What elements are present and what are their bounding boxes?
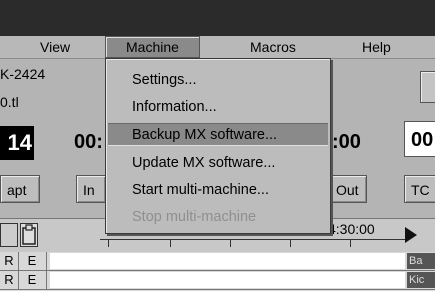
ruler-tick [108, 239, 109, 247]
menu-help[interactable]: Help [362, 39, 391, 55]
track-lane [50, 253, 405, 269]
tc-button[interactable]: TC [404, 175, 435, 203]
ruler-tick [230, 239, 231, 247]
track-toggle[interactable] [0, 223, 18, 247]
menu-view[interactable]: View [40, 39, 70, 55]
menu-item-update-mx-software[interactable]: Update MX software... [108, 152, 328, 175]
side-button[interactable] [420, 71, 435, 103]
track-col2: E [18, 271, 47, 289]
menu-item-backup-mx-software[interactable]: Backup MX software... [108, 123, 328, 146]
ruler-tick [290, 239, 291, 247]
track-col1: R [0, 271, 19, 289]
menu-macros[interactable]: Macros [250, 39, 296, 55]
track-col2: E [18, 252, 47, 270]
timecode-right: 00 [404, 121, 435, 157]
menu-bar: View Machine Macros Help [0, 36, 435, 59]
menu-item-information[interactable]: Information... [108, 96, 328, 119]
timecode-mid: :00 [332, 131, 361, 153]
track-row[interactable]: R E Ba [0, 252, 435, 271]
machine-id: K-2424 [0, 66, 46, 82]
track-col1: R [0, 252, 19, 270]
timecode-left: 00: [74, 131, 103, 153]
menu-machine[interactable]: Machine [105, 36, 200, 58]
ruler-tick [350, 239, 351, 247]
file-name: 0.tl [0, 94, 19, 110]
track-tag: Kic [407, 272, 435, 288]
menu-item-settings[interactable]: Settings... [108, 69, 328, 92]
clipboard-icon[interactable] [20, 223, 38, 247]
track-list: R E Ba R E Kic [0, 252, 435, 291]
ruler-tick [170, 239, 171, 247]
ruler-time-label: 4:30:00 [328, 221, 375, 237]
machine-menu-dropdown: Settings... Information... Backup MX sof… [105, 58, 331, 234]
out-button[interactable]: Out [329, 175, 367, 203]
ruler-line [100, 239, 405, 240]
window-titlebar [0, 0, 435, 36]
apt-button[interactable]: apt [0, 175, 40, 203]
frame-counter: 14 [0, 126, 34, 160]
in-button[interactable]: In [76, 175, 106, 203]
menu-item-stop-multi-machine: Stop multi-machine [132, 209, 257, 225]
track-row[interactable]: R E Kic [0, 271, 435, 290]
track-tag: Ba [407, 253, 435, 269]
play-icon[interactable] [405, 227, 417, 243]
menu-item-start-multi-machine[interactable]: Start multi-machine... [108, 179, 328, 202]
track-lane [50, 272, 405, 288]
